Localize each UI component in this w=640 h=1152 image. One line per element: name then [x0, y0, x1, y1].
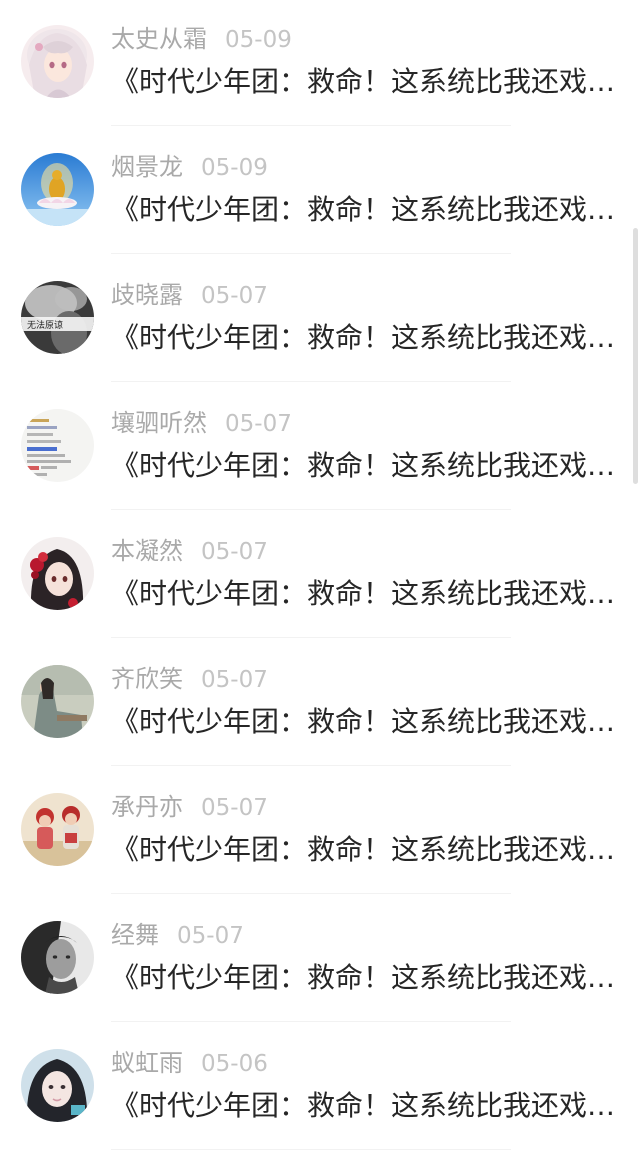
- divider: [111, 765, 511, 766]
- user-name[interactable]: 壤驷听然: [111, 409, 207, 437]
- smoke-portrait-avatar[interactable]: 无法原谅: [21, 281, 94, 354]
- anime-girl-red-flower-avatar[interactable]: [21, 537, 94, 610]
- comment-meta: 本凝然 05-07: [111, 534, 268, 568]
- comment-date: 05-09: [201, 155, 268, 181]
- comment-date: 05-07: [225, 411, 292, 437]
- comment-date: 05-07: [201, 283, 268, 309]
- sitting-woman-avatar[interactable]: [21, 665, 94, 738]
- comment-title[interactable]: 《时代少年团：救命！这系统比我还戏精》: [111, 60, 616, 104]
- comment-meta: 承丹亦 05-07: [111, 790, 268, 824]
- girl-selfie-avatar[interactable]: [21, 1049, 94, 1122]
- comment-meta: 烟景龙 05-09: [111, 150, 268, 184]
- comment-title[interactable]: 《时代少年团：救命！这系统比我还戏精》: [111, 700, 616, 744]
- comment-item[interactable]: 蚁虹雨 05-06 《时代少年团：救命！这系统比我还戏精》: [0, 1024, 640, 1152]
- user-name[interactable]: 本凝然: [111, 537, 183, 565]
- user-name[interactable]: 歧晓露: [111, 281, 183, 309]
- user-name[interactable]: 经舞: [111, 921, 159, 949]
- divider: [111, 253, 511, 254]
- scrollbar[interactable]: [633, 228, 638, 484]
- comment-item[interactable]: 本凝然 05-07 《时代少年团：救命！这系统比我还戏精》: [0, 512, 640, 640]
- comment-title[interactable]: 《时代少年团：救命！这系统比我还戏精》: [111, 1084, 616, 1128]
- user-name[interactable]: 齐欣笑: [111, 665, 183, 693]
- comment-item[interactable]: 经舞 05-07 《时代少年团：救命！这系统比我还戏精》: [0, 896, 640, 1024]
- comment-date: 05-07: [201, 667, 268, 693]
- comment-item[interactable]: 烟景龙 05-09 《时代少年团：救命！这系统比我还戏精》: [0, 128, 640, 256]
- two-children-avatar[interactable]: [21, 793, 94, 866]
- comment-list-page: 太史从霜 05-09 《时代少年团：救命！这系统比我还戏精》 烟景龙 05-09…: [0, 0, 640, 1152]
- comment-meta: 齐欣笑 05-07: [111, 662, 268, 696]
- comment-title[interactable]: 《时代少年团：救命！这系统比我还戏精》: [111, 572, 616, 616]
- avatar-caption: 无法原谅: [27, 319, 63, 331]
- user-name[interactable]: 承丹亦: [111, 793, 183, 821]
- comment-meta: 经舞 05-07: [111, 918, 244, 952]
- comment-date: 05-06: [201, 1051, 268, 1077]
- comment-meta: 歧晓露 05-07: [111, 278, 268, 312]
- golden-buddha-on-lotus-avatar[interactable]: [21, 153, 94, 226]
- text-note-avatar[interactable]: [21, 409, 94, 482]
- comment-item[interactable]: 承丹亦 05-07 《时代少年团：救命！这系统比我还戏精》: [0, 768, 640, 896]
- comment-meta: 壤驷听然 05-07: [111, 406, 292, 440]
- comment-date: 05-07: [177, 923, 244, 949]
- comment-item[interactable]: 无法原谅 歧晓露 05-07 《时代少年团：救命！这系统比我还戏精》: [0, 256, 640, 384]
- comment-item[interactable]: 齐欣笑 05-07 《时代少年团：救命！这系统比我还戏精》: [0, 640, 640, 768]
- comment-date: 05-09: [225, 27, 292, 53]
- user-name[interactable]: 太史从霜: [111, 25, 207, 53]
- comment-title[interactable]: 《时代少年团：救命！这系统比我还戏精》: [111, 188, 616, 232]
- comment-title[interactable]: 《时代少年团：救命！这系统比我还戏精》: [111, 444, 616, 488]
- comment-date: 05-07: [201, 539, 268, 565]
- user-name[interactable]: 烟景龙: [111, 153, 183, 181]
- divider: [111, 125, 511, 126]
- man-portrait-bw-avatar[interactable]: [21, 921, 94, 994]
- divider: [111, 509, 511, 510]
- comment-title[interactable]: 《时代少年团：救命！这系统比我还戏精》: [111, 956, 616, 1000]
- comment-title[interactable]: 《时代少年团：救命！这系统比我还戏精》: [111, 828, 616, 872]
- divider: [111, 1021, 511, 1022]
- divider: [111, 637, 511, 638]
- divider: [111, 1149, 511, 1150]
- divider: [111, 893, 511, 894]
- comment-meta: 蚁虹雨 05-06: [111, 1046, 268, 1080]
- comment-meta: 太史从霜 05-09: [111, 22, 292, 56]
- comment-date: 05-07: [201, 795, 268, 821]
- comment-item[interactable]: 太史从霜 05-09 《时代少年团：救命！这系统比我还戏精》: [0, 0, 640, 128]
- divider: [111, 381, 511, 382]
- user-name[interactable]: 蚁虹雨: [111, 1049, 183, 1077]
- comment-title[interactable]: 《时代少年团：救命！这系统比我还戏精》: [111, 316, 616, 360]
- anime-girl-white-hair-avatar[interactable]: [21, 25, 94, 98]
- comment-item[interactable]: 壤驷听然 05-07 《时代少年团：救命！这系统比我还戏精》: [0, 384, 640, 512]
